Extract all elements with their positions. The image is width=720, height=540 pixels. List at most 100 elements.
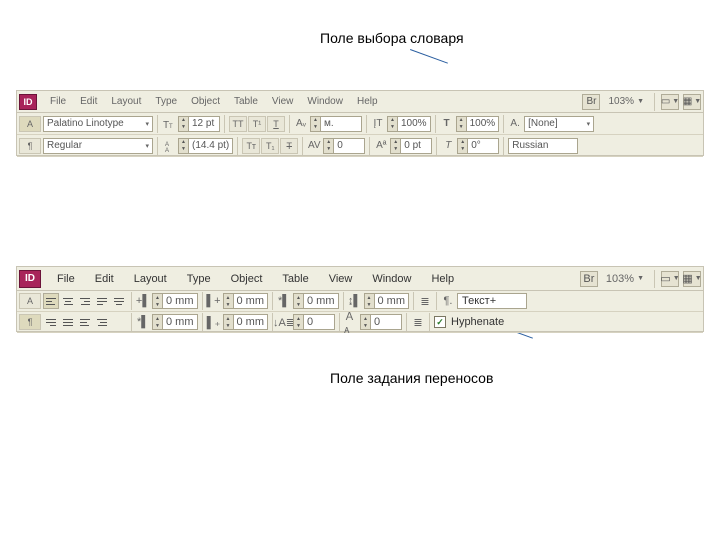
parastyle-value: Текст+ — [462, 295, 496, 307]
align-right[interactable] — [77, 293, 93, 309]
zoom-level[interactable]: 103%▼ — [602, 273, 648, 285]
align-toward-spine[interactable] — [77, 314, 93, 330]
parastyle-icon: ¶. — [441, 294, 455, 308]
language-combo[interactable]: Russian — [508, 138, 578, 154]
screen-mode-button[interactable]: ▭▼ — [661, 271, 679, 287]
charstyle-value: [None] — [528, 118, 557, 129]
svg-text:A: A — [165, 148, 169, 152]
charstyle-icon: A. — [508, 117, 522, 131]
menu-layout[interactable]: Layout — [124, 267, 177, 291]
superscript-button[interactable]: T¹ — [248, 116, 266, 132]
zoom-value: 103% — [606, 273, 634, 285]
justify-center[interactable] — [111, 293, 127, 309]
skew-icon: T — [441, 139, 455, 153]
char-row-2: ¶ Regular▾ AA ▲▼(14.4 pt) Tт T₁ T AV ▲▼0… — [17, 135, 703, 157]
baseline-grid-icon[interactable]: ≣ — [411, 315, 425, 329]
menu-table[interactable]: Table — [272, 267, 318, 291]
para-format-mode[interactable]: ¶ — [19, 138, 41, 154]
menu-view[interactable]: View — [265, 91, 301, 113]
last-line-indent-stepper[interactable]: ▲▼0 mm — [223, 314, 269, 330]
char-format-mode[interactable]: A — [19, 293, 41, 309]
menubar-top: ID File Edit Layout Type Object Table Vi… — [17, 91, 703, 113]
alignment-group-1 — [43, 293, 127, 309]
left-indent-stepper[interactable]: ▲▼0 mm — [152, 293, 198, 309]
space-before-stepper[interactable]: ▲▼0 mm — [293, 293, 339, 309]
dropcap-lines-icon: ↨▌ — [348, 294, 362, 308]
charstyle-combo[interactable]: [None]▾ — [524, 116, 594, 132]
parastyle-field[interactable]: Текст+ — [457, 293, 527, 309]
baseline-stepper[interactable]: ▲▼0 pt — [390, 138, 432, 154]
menu-window[interactable]: Window — [362, 267, 421, 291]
menu-help[interactable]: Help — [421, 267, 464, 291]
menu-window[interactable]: Window — [300, 91, 350, 113]
font-size-stepper[interactable]: ▲▼12 pt — [178, 116, 220, 132]
menu-layout[interactable]: Layout — [104, 91, 148, 113]
justify-all[interactable] — [60, 314, 76, 330]
font-family-combo[interactable]: Palatino Linotype▾ — [43, 116, 153, 132]
vscale-stepper[interactable]: ▲▼100% — [387, 116, 431, 132]
left-indent-icon: +▌ — [136, 294, 150, 308]
font-size-icon: TT — [162, 117, 176, 131]
tracking-icon: AV — [307, 139, 321, 153]
arrange-button[interactable]: ▦▼ — [683, 271, 701, 287]
para-format-mode[interactable]: ¶ — [19, 314, 41, 330]
menu-object[interactable]: Object — [184, 91, 227, 113]
alignment-group-2 — [43, 314, 127, 330]
hscale-stepper[interactable]: ▲▼100% — [456, 116, 500, 132]
font-style-combo[interactable]: Regular▾ — [43, 138, 153, 154]
paragraph-panel: ID File Edit Layout Type Object Table Vi… — [16, 266, 704, 332]
space-after-stepper[interactable]: ▲▼0 — [293, 314, 335, 330]
first-line-indent-stepper[interactable]: ▲▼0 mm — [152, 314, 198, 330]
bridge-button[interactable]: Br — [582, 94, 600, 110]
arrange-button[interactable]: ▦▼ — [683, 94, 701, 110]
subscript-button[interactable]: T₁ — [261, 138, 279, 154]
align-away-spine[interactable] — [94, 314, 110, 330]
menu-table[interactable]: Table — [227, 91, 265, 113]
kerning-icon: Aᵥ — [294, 117, 308, 131]
font-family-value: Palatino Linotype — [47, 118, 124, 129]
no-baseline-grid-icon[interactable]: ≣ — [418, 294, 432, 308]
menu-object[interactable]: Object — [221, 267, 273, 291]
left-indent-value: 0 mm — [163, 295, 197, 307]
leading-stepper[interactable]: ▲▼(14.4 pt) — [178, 138, 233, 154]
justify-left[interactable] — [94, 293, 110, 309]
char-format-mode[interactable]: A — [19, 116, 41, 132]
para-row-2: ¶ *▌ ▲▼0 mm ▌₊ ▲▼0 mm ↓A≣ ▲▼0 Ａᴀ ▲▼0 ≣ ✓… — [17, 312, 703, 333]
strikethrough-button[interactable]: T — [280, 138, 298, 154]
character-panel: ID File Edit Layout Type Object Table Vi… — [16, 90, 704, 156]
skew-stepper[interactable]: ▲▼0° — [457, 138, 499, 154]
align-left[interactable] — [43, 293, 59, 309]
menu-edit[interactable]: Edit — [73, 91, 104, 113]
dropcap-lines-stepper[interactable]: ▲▼0 mm — [364, 293, 410, 309]
space-before-icon: *▌ — [277, 294, 291, 308]
smallcaps-button[interactable]: Tт — [242, 138, 260, 154]
divider — [654, 93, 655, 111]
right-indent-value: 0 mm — [234, 295, 268, 307]
align-center[interactable] — [60, 293, 76, 309]
menu-view[interactable]: View — [319, 267, 363, 291]
dropcap-chars-stepper[interactable]: ▲▼0 — [360, 314, 402, 330]
zoom-level[interactable]: 103%▼ — [604, 96, 648, 107]
kerning-stepper[interactable]: ▲▼м. — [310, 116, 362, 132]
menu-file[interactable]: File — [47, 267, 85, 291]
menu-type[interactable]: Type — [148, 91, 184, 113]
allcaps-button[interactable]: TT — [229, 116, 247, 132]
right-indent-stepper[interactable]: ▲▼0 mm — [223, 293, 269, 309]
baseline-icon: Aª — [374, 139, 388, 153]
char-row-1: A Palatino Linotype▾ TT ▲▼12 pt TT T¹ T … — [17, 113, 703, 135]
bridge-button[interactable]: Br — [580, 271, 598, 287]
tracking-value: 0 — [334, 140, 364, 151]
last-line-indent-value: 0 mm — [234, 316, 268, 328]
hyphenate-checkbox[interactable]: ✓ — [434, 316, 446, 328]
justify-right[interactable] — [43, 314, 59, 330]
menu-edit[interactable]: Edit — [85, 267, 124, 291]
dropcap-lines-value: 0 mm — [375, 295, 409, 307]
type-style-group: TT T¹ T — [229, 116, 285, 132]
tracking-stepper[interactable]: ▲▼0 — [323, 138, 365, 154]
underline-button[interactable]: T — [267, 116, 285, 132]
menu-help[interactable]: Help — [350, 91, 385, 113]
screen-mode-button[interactable]: ▭▼ — [661, 94, 679, 110]
menu-file[interactable]: File — [43, 91, 73, 113]
menu-type[interactable]: Type — [177, 267, 221, 291]
hscale-value: 100% — [467, 118, 499, 129]
